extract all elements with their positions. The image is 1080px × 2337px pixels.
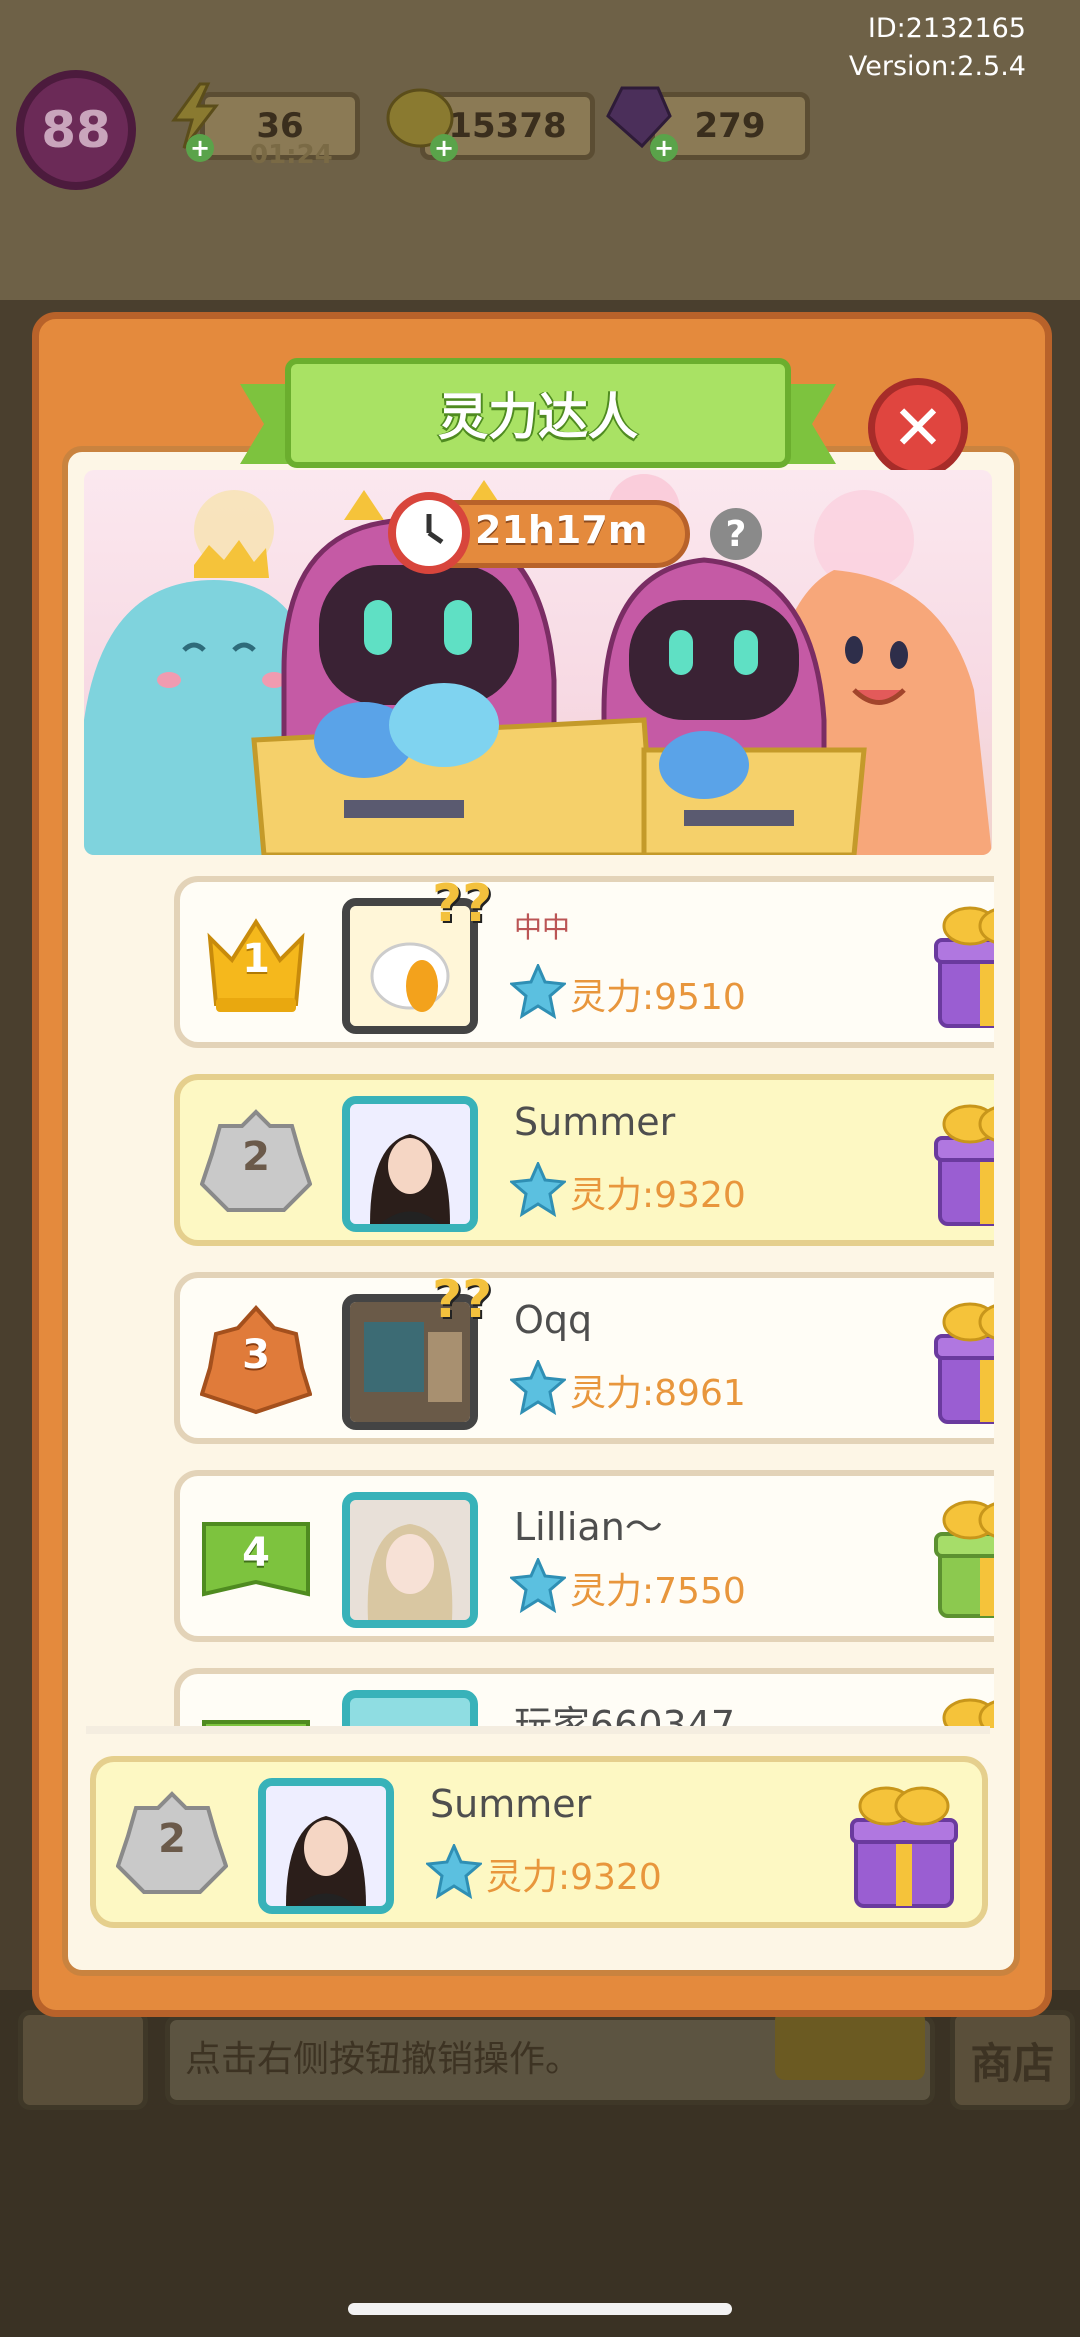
close-icon: ✕ (892, 391, 944, 464)
rank-number: 2 (158, 1816, 186, 1862)
player-power: 灵力:8961 (570, 1373, 746, 1414)
player-power: 灵力:9510 (570, 977, 746, 1018)
gift-box-icon[interactable] (932, 1688, 994, 1728)
avatar[interactable] (342, 1096, 478, 1232)
rank-number: 1 (242, 936, 270, 982)
unknown-badge-icon: ?? (432, 1270, 493, 1330)
modal-title: 灵力达人 (438, 388, 638, 446)
rank-number: 4 (242, 1530, 270, 1576)
add-energy-icon[interactable]: + (186, 134, 214, 162)
rank-row-1[interactable]: 1 ?? 中中 灵力:9510 (174, 874, 994, 1048)
player-id: ID:2132165 (867, 13, 1026, 44)
gift-box-icon[interactable] (932, 896, 994, 1032)
home-indicator[interactable] (348, 2303, 732, 2315)
hint-text: 点击右侧按钮撤销操作。 (185, 2039, 582, 2080)
player-name: Summer (514, 1100, 676, 1144)
clock-icon (388, 492, 470, 574)
avatar[interactable] (342, 1690, 478, 1728)
rank-row-3[interactable]: 3 ?? Oqq 灵力:8961 (174, 1270, 994, 1444)
spirit-star-icon (510, 1360, 566, 1416)
build-info: ID:2132165 Version:2.5.4 (849, 10, 1026, 86)
avatar[interactable] (258, 1778, 394, 1914)
green-gift-box-icon[interactable] (932, 1490, 994, 1626)
bottom-left-button[interactable] (18, 2010, 148, 2110)
shop-label: 商店 (970, 2038, 1055, 2088)
shop-button[interactable]: 商店 (950, 2010, 1075, 2110)
player-power: 灵力:7550 (570, 1571, 746, 1612)
version-label: Version:2.5.4 (848, 51, 1026, 82)
ranking-list[interactable]: 1 ?? 中中 灵力:9510 2 Summer 灵力:9320 3 ?? Oq… (84, 870, 994, 1728)
level-badge[interactable]: 88 (16, 70, 136, 190)
player-name: Oqq (514, 1298, 593, 1342)
avatar[interactable] (342, 1492, 478, 1628)
countdown-text: 21h17m (475, 508, 648, 552)
coins-value: 15378 (448, 106, 567, 146)
gift-box-icon[interactable] (932, 1292, 994, 1428)
undo-button[interactable] (775, 2010, 925, 2080)
player-name: 中中 (514, 911, 571, 944)
player-name: 玩家660347 (514, 1703, 736, 1728)
add-coins-icon[interactable]: + (430, 134, 458, 162)
modal-title-banner: 灵力达人 (285, 358, 791, 468)
list-divider (86, 1726, 990, 1734)
spirit-star-icon (510, 1162, 566, 1218)
player-power: 灵力:9320 (486, 1857, 662, 1898)
gift-box-icon[interactable] (848, 1776, 960, 1912)
add-gems-icon[interactable]: + (650, 134, 678, 162)
spirit-star-icon (510, 1558, 566, 1614)
spirit-star-icon (510, 964, 566, 1020)
rank-row-2[interactable]: 2 Summer 灵力:9320 (174, 1074, 994, 1246)
player-name: Lillian～ (514, 1505, 663, 1549)
green-rank-tag-icon (202, 1720, 310, 1728)
rank-number: 2 (242, 1134, 270, 1180)
energy-timer: 01:24 (250, 140, 333, 170)
rank-number: 3 (242, 1332, 270, 1378)
player-power: 灵力:9320 (570, 1175, 746, 1216)
rank-row-5[interactable]: 5 玩家660347 (174, 1668, 994, 1728)
gems-value: 279 (694, 106, 766, 146)
unknown-badge-icon: ?? (432, 874, 493, 934)
spirit-star-icon (426, 1844, 482, 1900)
rank-row-4[interactable]: 4 Lillian～ 灵力:7550 (174, 1470, 994, 1642)
player-name: Summer (430, 1782, 592, 1826)
my-rank-row[interactable]: 2 Summer 灵力:9320 (90, 1756, 988, 1928)
help-icon[interactable]: ? (710, 508, 762, 560)
gift-box-icon[interactable] (932, 1094, 994, 1230)
level-value: 88 (41, 101, 111, 159)
close-button[interactable]: ✕ (868, 378, 968, 478)
